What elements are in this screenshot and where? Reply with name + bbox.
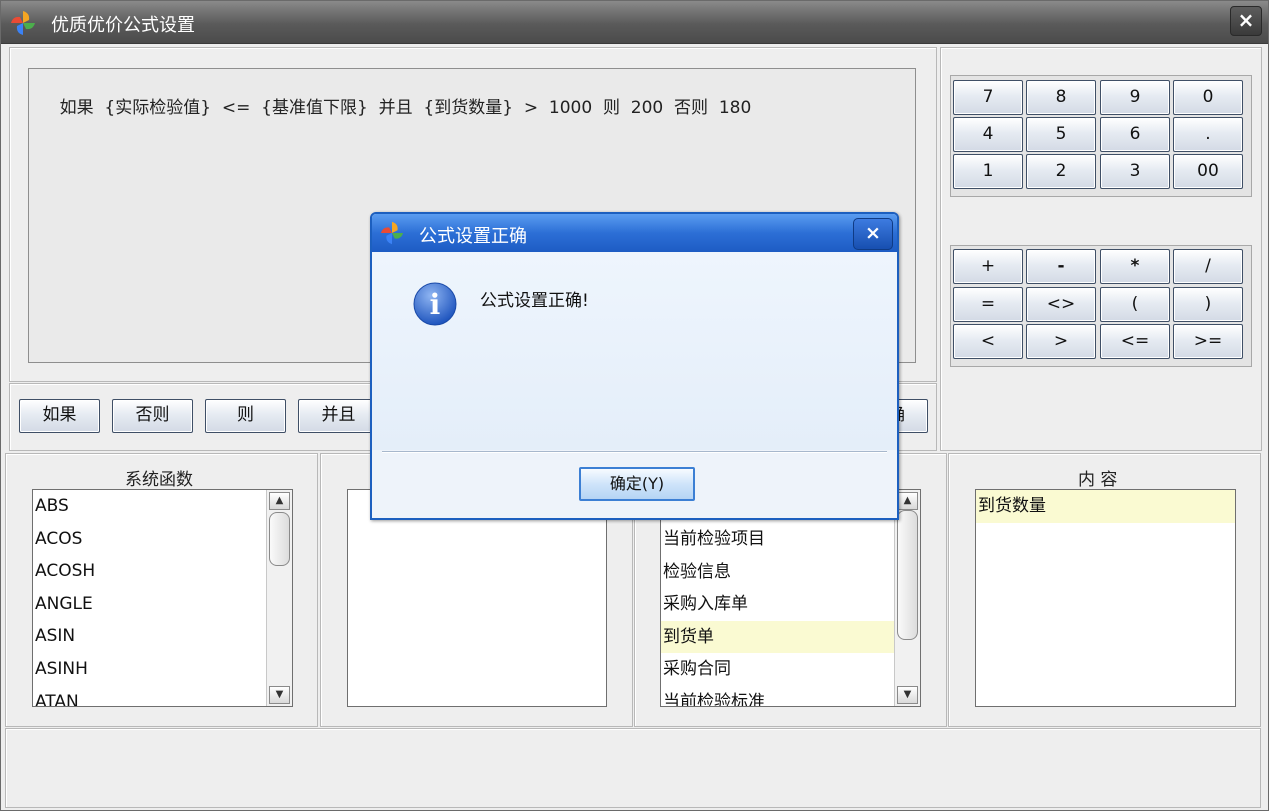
- window-title: 优质优价公式设置: [51, 15, 195, 36]
- key-00[interactable]: 00: [1173, 154, 1243, 189]
- functions-scrollbar[interactable]: ▲ ▼: [266, 490, 292, 706]
- key-greater-than[interactable]: >: [1026, 324, 1096, 359]
- key-9[interactable]: 9: [1100, 80, 1170, 115]
- category-item[interactable]: 当前检验项目: [661, 523, 920, 556]
- key-3[interactable]: 3: [1100, 154, 1170, 189]
- key-1[interactable]: 1: [953, 154, 1023, 189]
- dialog-title: 公式设置正确: [419, 226, 527, 247]
- key-minus[interactable]: -: [1026, 249, 1096, 284]
- dialog-message: 公式设置正确!: [480, 291, 589, 311]
- key-open-paren[interactable]: (: [1100, 287, 1170, 322]
- key-decimal[interactable]: .: [1173, 117, 1243, 152]
- dialog-separator: [382, 451, 887, 453]
- key-7[interactable]: 7: [953, 80, 1023, 115]
- category-item[interactable]: 当前检验标准: [661, 686, 920, 706]
- key-2[interactable]: 2: [1026, 154, 1096, 189]
- function-item[interactable]: ANGLE: [33, 588, 292, 621]
- formula-text: 如果 {实际检验值} <= {基准值下限} 并且 {到货数量} > 1000 则…: [59, 98, 752, 118]
- key-0[interactable]: 0: [1173, 80, 1243, 115]
- function-item[interactable]: ASIN: [33, 620, 292, 653]
- category-item[interactable]: 检验信息: [661, 556, 920, 589]
- else-button[interactable]: 否则: [112, 399, 193, 433]
- window-close-button[interactable]: ×: [1230, 6, 1262, 36]
- formula-settings-window: 优质优价公式设置 × 如果 {实际检验值} <= {基准值下限} 并且 {到货数…: [0, 0, 1269, 811]
- info-icon-glyph: i: [430, 288, 441, 321]
- scroll-thumb[interactable]: [897, 510, 918, 640]
- categories-list[interactable]: 当前检验项目 检验信息 采购入库单 到货单 采购合同 当前检验标准 ▲ ▼: [660, 489, 921, 707]
- scroll-down-arrow-icon[interactable]: ▼: [897, 686, 918, 704]
- category-item[interactable]: 采购合同: [661, 653, 920, 686]
- category-item[interactable]: 采购入库单: [661, 588, 920, 621]
- categories-scrollbar[interactable]: ▲ ▼: [894, 490, 920, 706]
- scroll-thumb[interactable]: [269, 512, 290, 566]
- app-logo-icon: [11, 11, 35, 35]
- function-item[interactable]: ACOSH: [33, 555, 292, 588]
- window-titlebar: 优质优价公式设置 ×: [1, 1, 1268, 44]
- if-button[interactable]: 如果: [19, 399, 100, 433]
- key-less-equal[interactable]: <=: [1100, 324, 1170, 359]
- function-item[interactable]: ATAN: [33, 686, 292, 706]
- app-logo-icon: [380, 221, 404, 245]
- key-less-than[interactable]: <: [953, 324, 1023, 359]
- status-panel: [5, 728, 1261, 808]
- content-list[interactable]: 到货数量: [975, 489, 1236, 707]
- key-equals[interactable]: =: [953, 287, 1023, 322]
- info-icon: i: [413, 282, 457, 326]
- scroll-up-arrow-icon[interactable]: ▲: [897, 492, 918, 510]
- functions-label: 系统函数: [125, 470, 193, 490]
- success-dialog: 公式设置正确 × i 公式设置正确! 确定(Y): [370, 212, 899, 520]
- then-button[interactable]: 则: [205, 399, 286, 433]
- blank-list[interactable]: [347, 489, 607, 707]
- dialog-close-button[interactable]: ×: [853, 218, 893, 250]
- key-close-paren[interactable]: ): [1173, 287, 1243, 322]
- key-4[interactable]: 4: [953, 117, 1023, 152]
- key-divide[interactable]: /: [1173, 249, 1243, 284]
- dialog-body: i 公式设置正确!: [372, 252, 897, 450]
- ok-button[interactable]: 确定(Y): [579, 467, 695, 501]
- scroll-up-arrow-icon[interactable]: ▲: [269, 492, 290, 510]
- key-multiply[interactable]: *: [1100, 249, 1170, 284]
- function-item[interactable]: ABS: [33, 490, 292, 523]
- function-item[interactable]: ASINH: [33, 653, 292, 686]
- key-6[interactable]: 6: [1100, 117, 1170, 152]
- and-button[interactable]: 并且: [298, 399, 379, 433]
- key-greater-equal[interactable]: >=: [1173, 324, 1243, 359]
- content-label: 内 容: [1078, 470, 1118, 490]
- functions-list[interactable]: ABS ACOS ACOSH ANGLE ASIN ASINH ATAN ▲ ▼: [32, 489, 293, 707]
- key-8[interactable]: 8: [1026, 80, 1096, 115]
- key-not-equal[interactable]: <>: [1026, 287, 1096, 322]
- category-item-selected[interactable]: 到货单: [661, 620, 920, 654]
- key-plus[interactable]: +: [953, 249, 1023, 284]
- scroll-down-arrow-icon[interactable]: ▼: [269, 686, 290, 704]
- key-5[interactable]: 5: [1026, 117, 1096, 152]
- function-item[interactable]: ACOS: [33, 523, 292, 556]
- dialog-titlebar: 公式设置正确 ×: [372, 214, 897, 252]
- content-item-selected[interactable]: 到货数量: [976, 490, 1235, 523]
